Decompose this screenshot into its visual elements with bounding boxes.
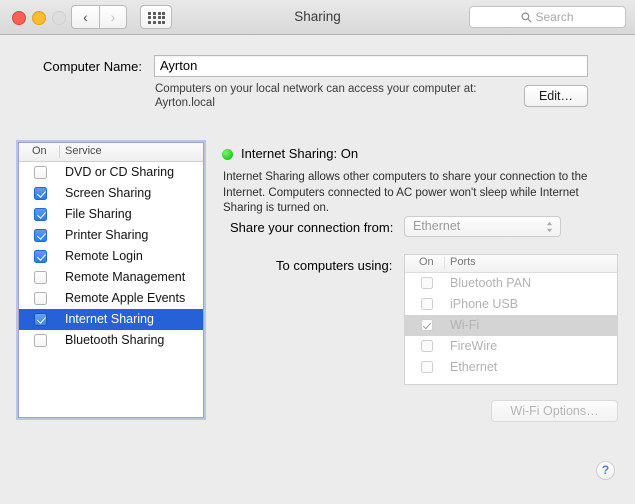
service-row-remote-management[interactable]: Remote Management: [19, 267, 203, 288]
service-label: DVD or CD Sharing: [65, 165, 175, 179]
ports-rows-container: Bluetooth PAN iPhone USB Wi-Fi FireWire Ethe…: [405, 273, 617, 378]
computer-name-label: Computer Name:: [43, 59, 142, 74]
services-list[interactable]: On Service DVD or CD Sharing Screen Shari…: [18, 142, 204, 418]
service-checkbox[interactable]: [34, 229, 47, 242]
port-label: Ethernet: [450, 360, 498, 374]
services-rows-container: DVD or CD Sharing Screen Sharing File Shar…: [19, 162, 203, 351]
service-checkbox[interactable]: [34, 271, 47, 284]
service-label: File Sharing: [65, 207, 132, 221]
service-label: Bluetooth Sharing: [65, 333, 165, 347]
ports-column-on: On: [419, 256, 434, 268]
sharing-preferences-window: ‹ › Sharing Search Computer Name: Ayrton…: [0, 0, 635, 504]
services-column-service: Service: [65, 145, 102, 157]
services-column-on: On: [32, 145, 47, 157]
service-row-internet-sharing[interactable]: Internet Sharing: [19, 309, 203, 330]
column-divider: [444, 257, 445, 269]
service-checkbox[interactable]: [34, 208, 47, 221]
computer-name-field[interactable]: Ayrton: [154, 55, 588, 77]
window-titlebar: ‹ › Sharing Search: [0, 0, 635, 35]
service-checkbox[interactable]: [34, 166, 47, 179]
service-label: Remote Apple Events: [65, 291, 186, 305]
service-label: Remote Login: [65, 249, 143, 263]
wifi-options-button: Wi-Fi Options…: [491, 400, 618, 422]
port-checkbox: [421, 277, 433, 289]
service-row-remote-apple-events[interactable]: Remote Apple Events: [19, 288, 203, 309]
service-label: Printer Sharing: [65, 228, 149, 242]
port-label: Bluetooth PAN: [450, 276, 532, 290]
port-label: iPhone USB: [450, 297, 519, 311]
port-checkbox: [421, 298, 433, 310]
service-row-file-sharing[interactable]: File Sharing: [19, 204, 203, 225]
service-row-remote-login[interactable]: Remote Login: [19, 246, 203, 267]
service-checkbox[interactable]: [34, 334, 47, 347]
port-checkbox: [421, 340, 433, 352]
to-computers-using-label: To computers using:: [276, 258, 393, 273]
service-checkbox[interactable]: [34, 292, 47, 305]
search-placeholder: Search: [535, 10, 574, 24]
port-row-bluetooth-pan: Bluetooth PAN: [405, 273, 617, 294]
port-row-iphone-usb: iPhone USB: [405, 294, 617, 315]
port-row-ethernet: Ethernet: [405, 357, 617, 378]
ports-list: On Ports Bluetooth PAN iPhone USB Wi-Fi Fir…: [404, 254, 618, 385]
port-checkbox: [421, 319, 433, 331]
port-label: Wi-Fi: [450, 318, 480, 332]
service-row-bluetooth-sharing[interactable]: Bluetooth Sharing: [19, 330, 203, 351]
port-label: FireWire: [450, 339, 498, 353]
port-row-firewire: FireWire: [405, 336, 617, 357]
share-connection-from-dropdown[interactable]: Ethernet: [404, 216, 561, 237]
service-description: Internet Sharing allows other computers …: [223, 171, 588, 214]
share-connection-from-label: Share your connection from:: [230, 220, 394, 235]
status-indicator-dot: [222, 149, 233, 160]
service-row-screen-sharing[interactable]: Screen Sharing: [19, 183, 203, 204]
search-input[interactable]: Search: [469, 6, 626, 28]
port-row-wi-fi: Wi-Fi: [405, 315, 617, 336]
port-checkbox: [421, 361, 433, 373]
service-label: Internet Sharing: [65, 312, 154, 326]
ports-column-ports: Ports: [450, 256, 476, 268]
share-connection-from-value: Ethernet: [413, 219, 461, 233]
service-row-dvd-or-cd-sharing[interactable]: DVD or CD Sharing: [19, 162, 203, 183]
help-button[interactable]: ?: [596, 461, 615, 480]
chevron-updown-icon: [546, 220, 553, 235]
service-label: Screen Sharing: [65, 186, 152, 200]
computer-local-hostname: Ayrton.local: [155, 97, 215, 109]
search-icon: [521, 12, 533, 23]
column-divider: [59, 145, 60, 158]
service-checkbox[interactable]: [34, 250, 47, 263]
service-checkbox[interactable]: [34, 187, 47, 200]
ports-list-header: On Ports: [405, 255, 617, 273]
computer-name-description-line1: Computers on your local network can acce…: [155, 83, 477, 95]
service-checkbox[interactable]: [34, 313, 47, 326]
edit-button[interactable]: Edit…: [524, 85, 588, 107]
service-row-printer-sharing[interactable]: Printer Sharing: [19, 225, 203, 246]
updown-arrows-svg: [546, 221, 553, 233]
service-label: Remote Management: [65, 270, 186, 284]
status-text: Internet Sharing: On: [241, 146, 359, 161]
services-list-header: On Service: [19, 143, 203, 162]
